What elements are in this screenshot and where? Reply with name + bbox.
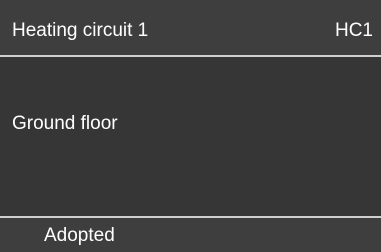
status-message: Adopted	[44, 225, 115, 246]
controller-display: Heating circuit 1 HC1 Ground floor Adopt…	[0, 0, 381, 252]
value-panel: Ground floor	[0, 57, 381, 216]
circuit-code: HC1	[334, 20, 373, 41]
header-bar: Heating circuit 1 HC1	[0, 0, 381, 55]
circuit-name-value[interactable]: Ground floor	[12, 113, 118, 135]
status-bar: Adopted	[0, 218, 381, 252]
page-title: Heating circuit 1	[12, 20, 149, 41]
